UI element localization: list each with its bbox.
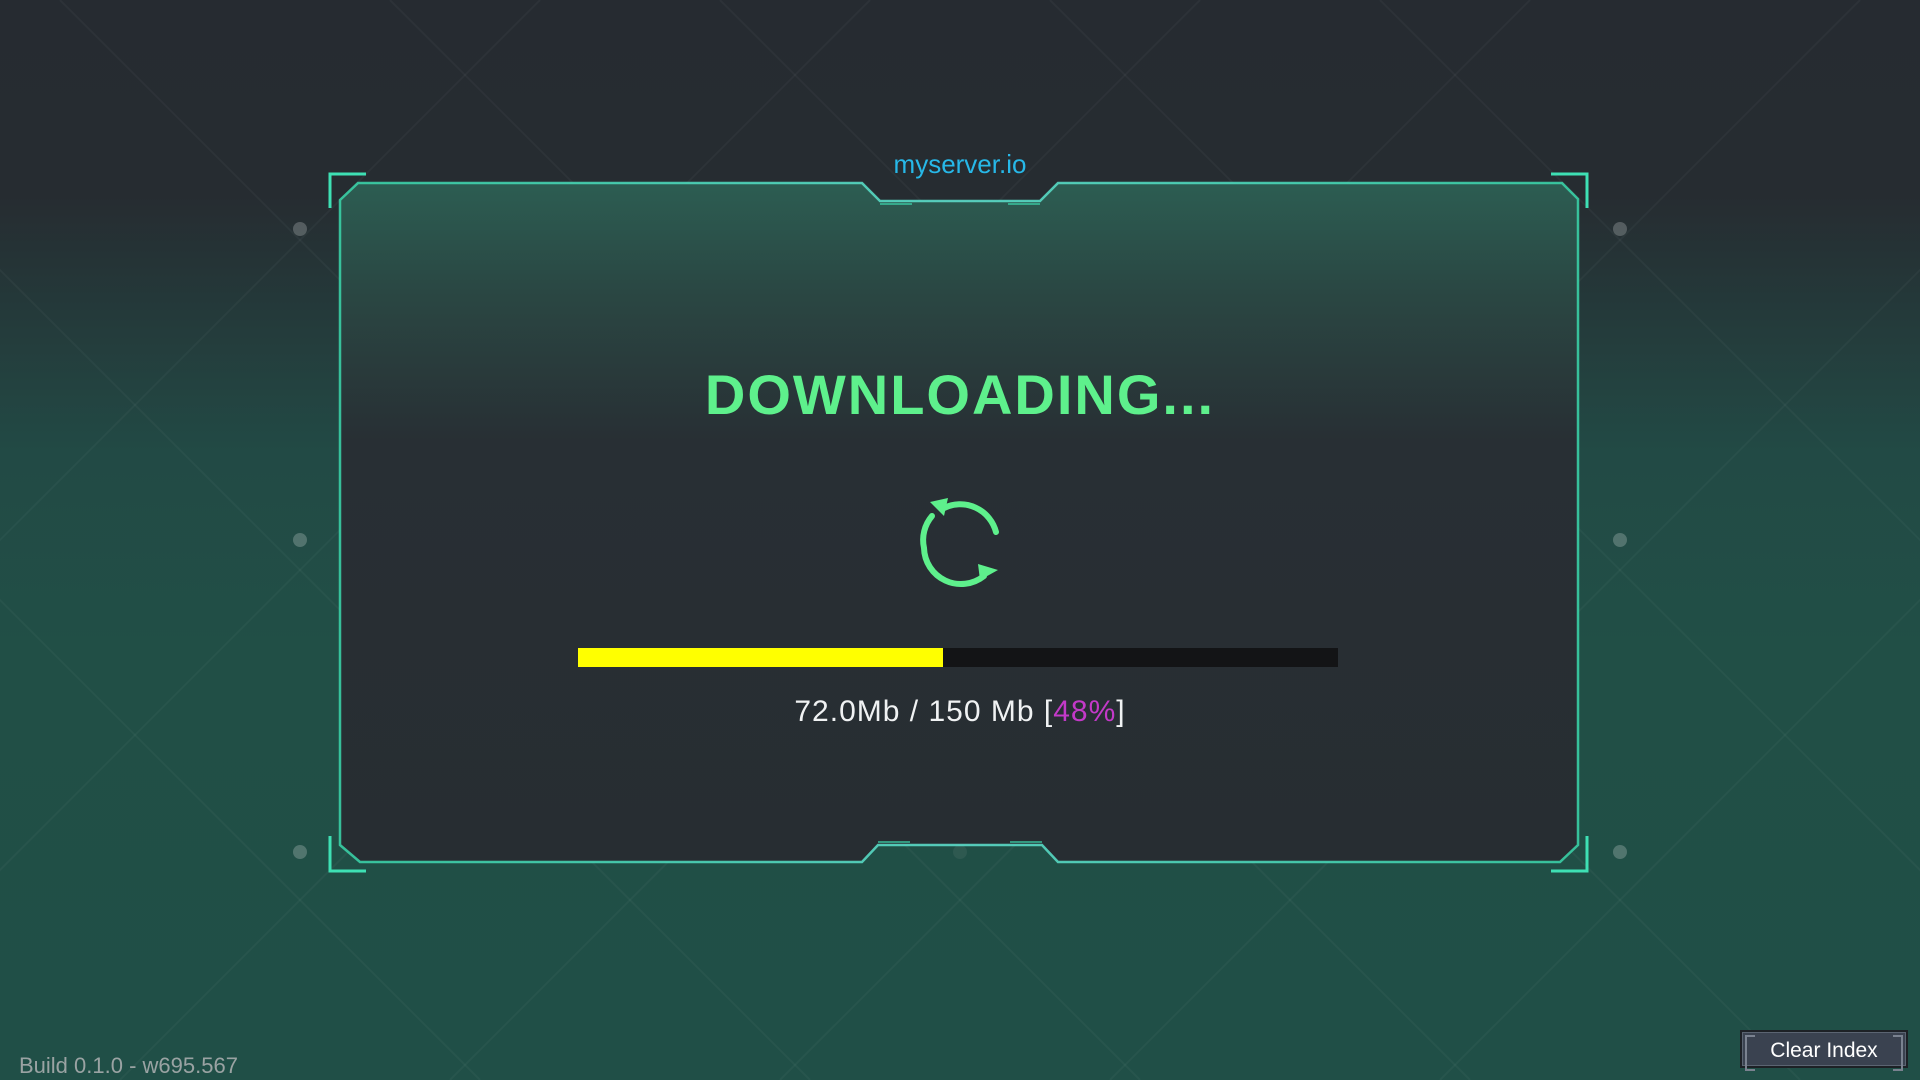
downloaded-size: 72.0Mb [794, 695, 901, 728]
download-percent: 48% [1053, 695, 1117, 728]
clear-index-label: Clear Index [1770, 1039, 1878, 1062]
refresh-cycle-icon [920, 498, 999, 588]
bracket-open: [ [1034, 695, 1054, 728]
clear-index-button[interactable]: Clear Index [1740, 1030, 1908, 1071]
button-bracket-right [1893, 1035, 1903, 1071]
download-progress-bar [578, 648, 1338, 667]
size-separator: / [900, 695, 929, 728]
build-version-label: Build 0.1.0 - w695.567 [19, 1053, 238, 1078]
download-status-title: DOWNLOADING... [704, 363, 1216, 426]
bracket-close: ] [1116, 695, 1126, 728]
download-progress-fill [578, 648, 943, 667]
button-bracket-left [1745, 1035, 1755, 1071]
download-progress-text: 72.0Mb / 150 Mb [48%] [560, 692, 1360, 732]
total-size: 150 Mb [928, 695, 1035, 728]
server-name: myserver.io [893, 149, 1027, 179]
